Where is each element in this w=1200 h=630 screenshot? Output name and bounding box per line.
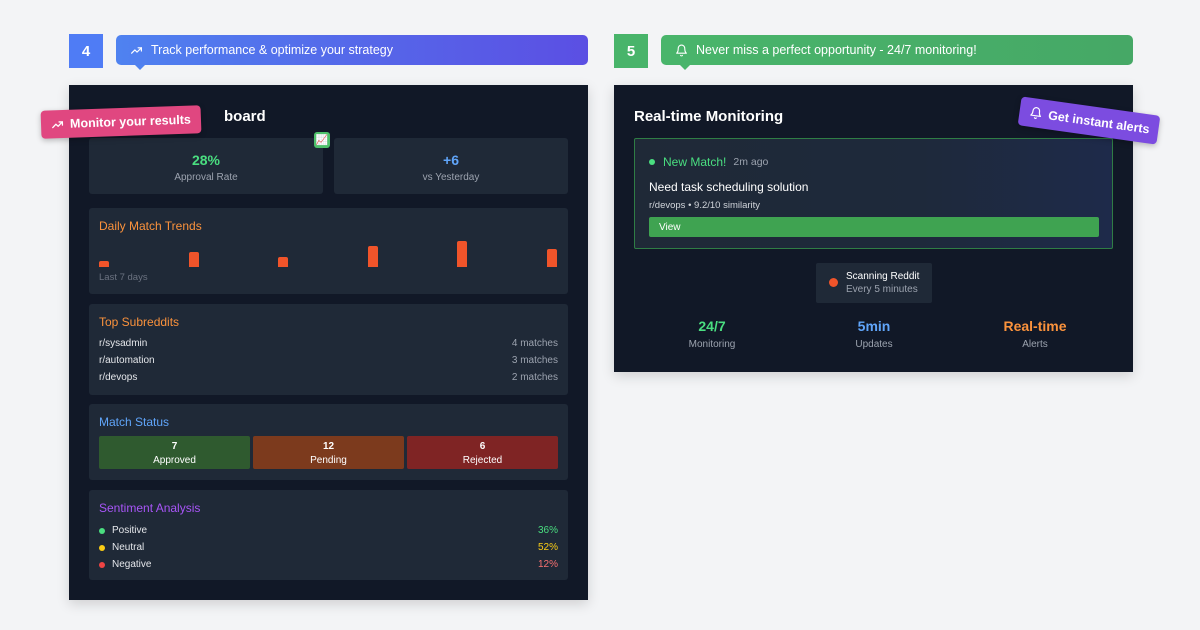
subreddits-title: Top Subreddits (99, 315, 180, 329)
trend-bar (367, 246, 378, 267)
neutral-dot-icon (99, 544, 105, 551)
trends-caption: Last 7 days (99, 272, 148, 283)
approved-status[interactable]: 7 Approved (99, 436, 250, 469)
step-5-number: 5 (614, 34, 648, 68)
approval-rate-value: 28% (191, 152, 221, 168)
step-4-banner: Track performance & optimize your strate… (116, 35, 588, 70)
pending-status[interactable]: 12 Pending (253, 436, 404, 469)
scanning-title: Scanning Reddit (846, 271, 920, 282)
step-4-banner-text: Track performance & optimize your strate… (151, 43, 393, 57)
step-4-number: 4 (69, 34, 103, 68)
monitor-results-tag: Monitor your results (40, 105, 202, 139)
match-meta: r/devops • 9.2/10 similarity (649, 200, 761, 211)
sentiment-row-positive: Positive 36% (99, 525, 558, 536)
vs-yesterday-card: +6 vs Yesterday (334, 138, 568, 194)
sentiment-row-neutral: Neutral 52% (99, 542, 558, 553)
match-header: New Match! 2m ago (649, 155, 768, 169)
alerts-stat: Real-time Alerts (1003, 318, 1067, 350)
new-match-card: New Match! 2m ago Need task scheduling s… (634, 138, 1113, 249)
subreddit-row: r/sysadmin 4 matches (99, 338, 558, 349)
bell-icon (676, 44, 687, 56)
trend-bar (188, 252, 199, 267)
trending-up-icon (131, 46, 142, 54)
scanning-status: Scanning Reddit Every 5 minutes (816, 263, 932, 303)
negative-dot-icon (99, 561, 105, 568)
positive-dot-icon (99, 527, 105, 534)
bell-icon (1030, 107, 1042, 119)
trend-bar (278, 257, 288, 267)
vs-yesterday-value: +6 (443, 152, 459, 168)
sentiment-row-negative: Negative 12% (99, 559, 558, 570)
trend-bar (457, 241, 467, 267)
subreddit-row: r/devops 2 matches (99, 372, 558, 383)
approval-rate-card: 28% Approval Rate (89, 138, 323, 194)
trending-up-icon (52, 120, 64, 128)
vs-yesterday-label: vs Yesterday (422, 172, 480, 183)
sentiment-title: Sentiment Analysis (99, 501, 201, 515)
step-5-banner: Never miss a perfect opportunity - 24/7 … (661, 35, 1133, 70)
panel-title: board (224, 108, 266, 125)
match-status: New Match! (663, 155, 727, 169)
subreddit-row: r/automation 3 matches (99, 355, 558, 366)
step-5-banner-text: Never miss a perfect opportunity - 24/7 … (696, 43, 977, 57)
match-status-title: Match Status (99, 415, 170, 429)
top-subreddits-card: Top Subreddits r/sysadmin 4 matches r/au… (89, 304, 568, 395)
match-title: Need task scheduling solution (649, 180, 809, 194)
chart-emoji-badge: 📈 (314, 132, 330, 148)
scanning-dot-icon (829, 278, 838, 287)
match-status-card: Match Status 7 Approved 12 Pending 6 Rej… (89, 404, 568, 480)
updates-stat: 5min Updates (855, 318, 893, 350)
scanning-interval: Every 5 minutes (846, 284, 918, 295)
monitoring-stat: 24/7 Monitoring (688, 318, 736, 350)
trend-bar (99, 261, 109, 267)
sentiment-analysis-card: Sentiment Analysis Positive 36% Neutral … (89, 490, 568, 580)
trend-bar (546, 249, 557, 267)
match-time: 2m ago (733, 156, 769, 168)
rejected-status[interactable]: 6 Rejected (407, 436, 558, 469)
trends-title: Daily Match Trends (99, 219, 202, 233)
daily-match-trends-card: Daily Match Trends Last 7 days (89, 208, 568, 294)
approval-rate-label: Approval Rate (174, 172, 238, 183)
analytics-dashboard-panel: board 28% Approval Rate +6 vs Yesterday … (69, 85, 588, 600)
live-dot-icon (649, 159, 655, 165)
view-button[interactable]: View (649, 217, 1099, 237)
panel-title: Real-time Monitoring (634, 108, 784, 125)
